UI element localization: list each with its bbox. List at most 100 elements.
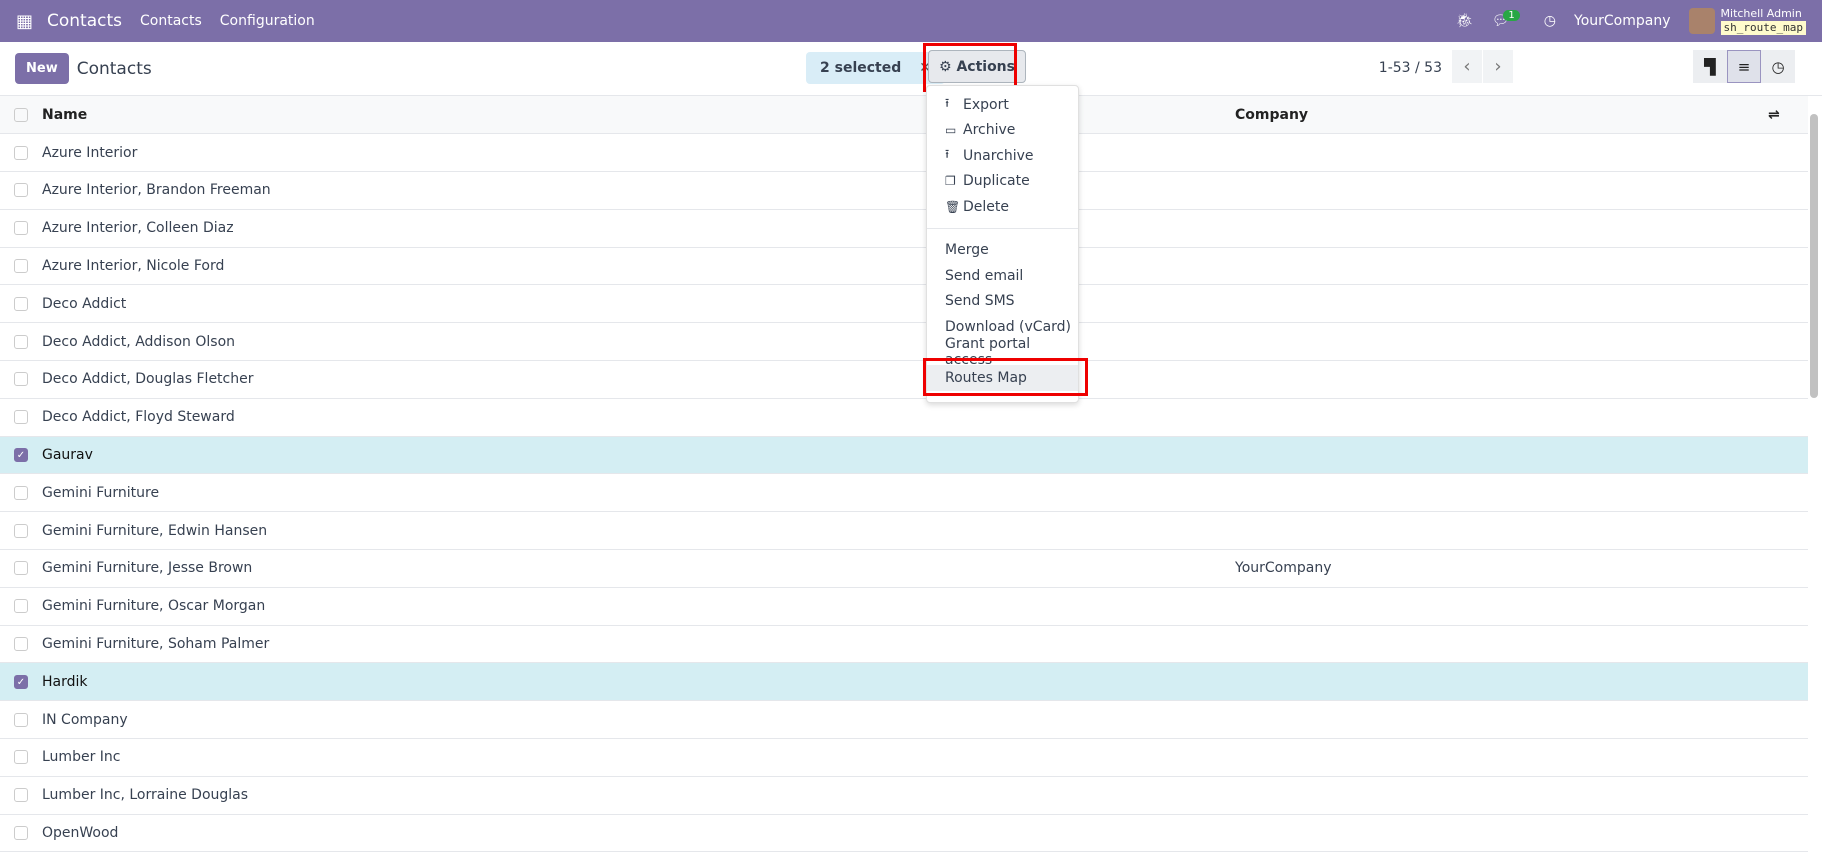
row-checkbox[interactable] — [14, 296, 28, 311]
contact-name: Gemini Furniture — [42, 473, 1235, 513]
company-switcher[interactable]: YourCompany — [1574, 13, 1671, 29]
apps-menu-icon[interactable]: ▦ — [16, 11, 33, 32]
pager-previous-button[interactable]: ‹ — [1452, 50, 1482, 83]
user-name: Mitchell Admin — [1720, 7, 1802, 20]
row-checkbox[interactable]: ✓ — [14, 674, 28, 689]
row-checkbox[interactable] — [14, 637, 28, 652]
table-row[interactable]: Deco Addict — [0, 284, 1808, 324]
action-delete[interactable]: 🗑︎ Delete — [927, 194, 1078, 220]
list-view-button[interactable]: ≡ — [1727, 50, 1761, 83]
select-all-checkbox[interactable] — [14, 107, 28, 122]
action-send-email[interactable]: Send email — [927, 263, 1078, 289]
contact-name: Gemini Furniture, Soham Palmer — [42, 625, 1235, 664]
row-checkbox[interactable] — [14, 334, 28, 349]
pager-next-button[interactable]: › — [1483, 50, 1513, 83]
action-export[interactable]: ⭱ Export — [927, 92, 1078, 118]
avatar — [1688, 8, 1715, 34]
contact-company: YourCompany — [1235, 549, 1768, 588]
table-row[interactable]: Gemini Furniture, Edwin Hansen — [0, 511, 1808, 551]
table-row[interactable]: Deco Addict, Douglas Fletcher — [0, 360, 1808, 399]
action-archive[interactable]: ▭ Archive — [927, 118, 1078, 144]
contact-name: Deco Addict, Floyd Steward — [42, 398, 1235, 437]
row-checkbox[interactable] — [14, 826, 28, 841]
table-row[interactable]: Azure Interior — [0, 133, 1808, 173]
table-row[interactable]: Azure Interior, Nicole Ford — [0, 247, 1808, 286]
app-name[interactable]: Contacts — [47, 11, 122, 31]
table-row[interactable]: Azure Interior, Colleen Diaz — [0, 209, 1808, 248]
row-checkbox[interactable] — [14, 712, 28, 727]
contact-company — [1235, 360, 1768, 399]
table-row[interactable]: Gemini Furniture, Oscar Morgan — [0, 587, 1808, 626]
menu-configuration[interactable]: Configuration — [220, 13, 315, 29]
contact-name: Hardik — [42, 662, 1235, 702]
contact-company — [1235, 511, 1768, 551]
table-row[interactable]: Deco Addict, Addison Olson — [0, 322, 1808, 362]
row-checkbox[interactable]: ✓ — [14, 448, 28, 463]
selected-count: 2 selected — [820, 60, 902, 76]
row-checkbox[interactable] — [14, 561, 28, 576]
contact-company — [1235, 209, 1768, 248]
contact-company — [1235, 776, 1768, 815]
new-button[interactable]: New — [15, 53, 69, 84]
table-row[interactable]: ✓ Hardik — [0, 662, 1808, 702]
row-checkbox[interactable] — [14, 145, 28, 160]
action-label: Archive — [963, 122, 1016, 139]
row-checkbox[interactable] — [14, 485, 28, 500]
optional-columns-icon[interactable]: ⇌ — [1768, 96, 1808, 135]
row-checkbox[interactable] — [14, 410, 28, 425]
contact-company — [1235, 398, 1768, 437]
table-row[interactable]: Lumber Inc — [0, 738, 1808, 777]
activity-view-button[interactable]: ◷ — [1761, 50, 1795, 83]
upload-icon: ⭱ — [945, 96, 950, 111]
trash-icon: 🗑︎ — [945, 199, 961, 214]
row-checkbox[interactable] — [14, 183, 28, 198]
action-duplicate[interactable]: ❐ Duplicate — [927, 169, 1078, 195]
user-menu[interactable]: Mitchell Admin sh_route_map — [1688, 7, 1806, 35]
action-unarchive[interactable]: ⭱ Unarchive — [927, 143, 1078, 169]
chat-icon[interactable]: 💬︎1 — [1492, 10, 1526, 29]
table-row[interactable]: Gemini Furniture — [0, 473, 1808, 513]
table-row[interactable]: Gemini Furniture, Soham Palmer — [0, 625, 1808, 664]
navbar: ▦ Contacts Contacts Configuration 🐞︎ 💬︎1… — [0, 0, 1822, 42]
scrollbar[interactable] — [1810, 114, 1818, 398]
action-label: Unarchive — [963, 147, 1034, 164]
action-label: Export — [963, 96, 1009, 113]
menu-divider — [927, 227, 1078, 229]
action-send-sms[interactable]: Send SMS — [927, 289, 1078, 315]
contact-company — [1235, 738, 1768, 777]
kanban-view-button[interactable]: ▜ — [1693, 50, 1727, 83]
copy-icon: ❐ — [945, 174, 956, 189]
contact-name: Lumber Inc — [42, 738, 1235, 777]
pager-value[interactable]: 1-53 / 53 — [1379, 60, 1442, 76]
debug-bug-icon[interactable]: 🐞︎ — [1456, 13, 1474, 29]
contact-company — [1235, 625, 1768, 664]
table-row[interactable]: Gemini Furniture, Jesse Brown YourCompany — [0, 549, 1808, 588]
row-checkbox[interactable] — [14, 259, 28, 274]
contact-name: OpenWood — [42, 814, 1235, 852]
table-row[interactable]: Azure Interior, Brandon Freeman — [0, 171, 1808, 210]
action-merge[interactable]: Merge — [927, 238, 1078, 264]
table-row[interactable]: IN Company — [0, 700, 1808, 740]
table-row[interactable]: OpenWood — [0, 814, 1808, 852]
contact-company — [1235, 133, 1768, 173]
table-row[interactable]: ✓ Gaurav — [0, 436, 1808, 475]
column-company[interactable]: Company — [1235, 96, 1768, 135]
contact-name: Gemini Furniture, Jesse Brown — [42, 549, 1235, 588]
menu-contacts[interactable]: Contacts — [140, 13, 202, 29]
row-checkbox[interactable] — [14, 523, 28, 538]
activity-clock-icon[interactable]: ◷ — [1544, 13, 1556, 29]
unarchive-icon: ⭱ — [945, 147, 950, 162]
row-checkbox[interactable] — [14, 221, 28, 236]
row-checkbox[interactable] — [14, 750, 28, 765]
row-checkbox[interactable] — [14, 599, 28, 614]
contact-company — [1235, 247, 1768, 286]
row-checkbox[interactable] — [14, 788, 28, 803]
actions-dropdown: ⭱ Export ▭ Archive ⭱ Unarchive ❐ Duplicate 🗑︎ Del… — [926, 85, 1079, 403]
contact-company — [1235, 284, 1768, 324]
contact-name: Gemini Furniture, Oscar Morgan — [42, 587, 1235, 626]
table-row[interactable]: Deco Addict, Floyd Steward — [0, 398, 1808, 437]
contact-name: Gaurav — [42, 436, 1235, 475]
table-header: Name Company ⇌ — [0, 96, 1808, 135]
row-checkbox[interactable] — [14, 372, 28, 387]
table-row[interactable]: Lumber Inc, Lorraine Douglas — [0, 776, 1808, 815]
